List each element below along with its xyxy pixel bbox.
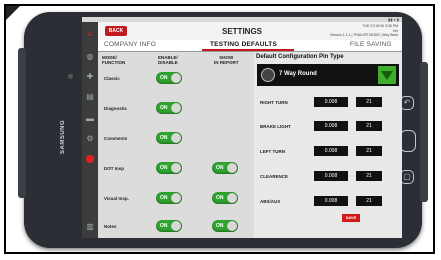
enable-toggle-dot-insp[interactable]: ON — [156, 162, 182, 174]
mode-label: Visual Insp. — [104, 196, 129, 201]
dropdown-arrow-icon[interactable] — [378, 66, 396, 84]
config-title: Default Configuration Pin Type — [256, 54, 344, 60]
camera-icon — [68, 74, 73, 79]
back-button[interactable]: BACK — [105, 26, 127, 36]
report-toggle-dot-insp[interactable]: ON — [212, 162, 238, 174]
document-icon[interactable]: ▤ — [85, 92, 95, 102]
hw-home-button[interactable] — [400, 130, 416, 152]
pin-label: RIGHT TURN — [260, 100, 288, 105]
menu-icon[interactable]: ≡ — [85, 30, 95, 40]
enable-toggle-visual-insp[interactable]: ON — [156, 192, 182, 204]
plug-icon — [261, 68, 275, 82]
mode-label: Classic — [104, 76, 120, 81]
save-button[interactable]: SAVE — [342, 214, 360, 222]
tab-bar: COMPANY INFO TESTING DEFAULTS FILE SAVIN… — [98, 40, 402, 52]
toggle-knob — [171, 221, 181, 231]
active-tab-indicator — [202, 49, 294, 51]
sidebar: ≡ ◍ ✚ ▤ ▬ ⚙ ⬤ ▥ — [82, 22, 98, 238]
gauge-icon[interactable]: ◍ — [85, 52, 95, 62]
toggle-knob — [227, 193, 237, 203]
pin-label: ABS/AUX — [260, 199, 281, 204]
version-text: Version 1.1.1 | TRAILER MODE | Way Back — [330, 33, 398, 37]
pin-amp-input[interactable]: 21 — [356, 97, 382, 107]
toggle-knob — [227, 221, 237, 231]
col-mode-header: MODE/ FUNCTION — [102, 55, 126, 65]
pin-value-input[interactable]: 0.008 — [314, 171, 348, 181]
brand-label: SAMSUNG — [60, 119, 66, 154]
enable-toggle-comments[interactable]: ON — [156, 132, 182, 144]
pin-label: BRAKE LIGHT — [260, 124, 291, 129]
pin-amp-input[interactable]: 21 — [356, 121, 382, 131]
pin-type-dropdown[interactable]: 7 Way Round — [257, 64, 399, 86]
pin-amp-input[interactable]: 21 — [356, 146, 382, 156]
col-report-header: SHOW IN REPORT — [214, 55, 239, 65]
header-meta: TUE 07/19/16 3:36 PM Ver Version 1.1.1 |… — [330, 24, 398, 38]
plus-icon[interactable]: ✚ — [85, 72, 95, 82]
tab-testing-defaults[interactable]: TESTING DEFAULTS — [210, 41, 277, 48]
mode-label: DOT Insp — [104, 166, 124, 171]
hw-back-button[interactable]: ↶ — [400, 96, 414, 110]
settings-icon[interactable]: ⚙ — [85, 134, 95, 144]
col-enable-header: ENABLE/ DISABLE — [158, 55, 178, 65]
pin-value-input[interactable]: 0.008 — [314, 121, 348, 131]
toggle-knob — [171, 163, 181, 173]
toggle-knob — [171, 103, 181, 113]
hw-recent-button[interactable]: ▢ — [400, 170, 414, 184]
pin-type-value: 7 Way Round — [279, 71, 317, 77]
mode-label: Notes — [104, 224, 117, 229]
enable-toggle-classic[interactable]: ON — [156, 72, 182, 84]
mode-label: Comments — [104, 136, 128, 141]
toggle-knob — [171, 133, 181, 143]
pin-amp-input[interactable]: 21 — [356, 171, 382, 181]
left-bumper — [18, 48, 26, 198]
pin-value-input[interactable]: 0.008 — [314, 97, 348, 107]
pin-label: LEFT TURN — [260, 149, 285, 154]
folder-icon[interactable]: ▬ — [85, 114, 95, 124]
alert-icon[interactable]: ⬤ — [85, 154, 95, 164]
toggle-knob — [171, 73, 181, 83]
toggle-knob — [171, 193, 181, 203]
right-bumper — [420, 62, 428, 202]
report-toggle-visual-insp[interactable]: ON — [212, 192, 238, 204]
modes-panel: MODE/ FUNCTION ENABLE/ DISABLE SHOW IN R… — [98, 52, 254, 238]
trash-icon[interactable]: ▥ — [85, 222, 95, 232]
tab-company-info[interactable]: COMPANY INFO — [104, 41, 156, 48]
report-toggle-notes[interactable]: ON — [212, 220, 238, 232]
pin-value-input[interactable]: 0.008 — [314, 196, 348, 206]
app-header: BACK SETTINGS TUE 07/19/16 3:36 PM Ver V… — [98, 22, 402, 40]
corner-mark — [6, 6, 20, 20]
page-title: SETTINGS — [222, 27, 263, 36]
pin-label: CLEARENCE — [260, 174, 289, 179]
enable-toggle-notes[interactable]: ON — [156, 220, 182, 232]
config-panel: Default Configuration Pin Type 7 Way Rou… — [254, 52, 402, 238]
app-screen: ▮▮ ▾ ▮ ≡ ◍ ✚ ▤ ▬ ⚙ ⬤ ▥ BACK SETTINGS TUE… — [82, 17, 402, 238]
enable-toggle-diagnostic[interactable]: ON — [156, 102, 182, 114]
tab-file-saving[interactable]: FILE SAVING — [350, 41, 392, 48]
toggle-knob — [227, 163, 237, 173]
mode-label: Diagnostic — [104, 106, 128, 111]
pin-value-input[interactable]: 0.008 — [314, 146, 348, 156]
pin-amp-input[interactable]: 21 — [356, 196, 382, 206]
